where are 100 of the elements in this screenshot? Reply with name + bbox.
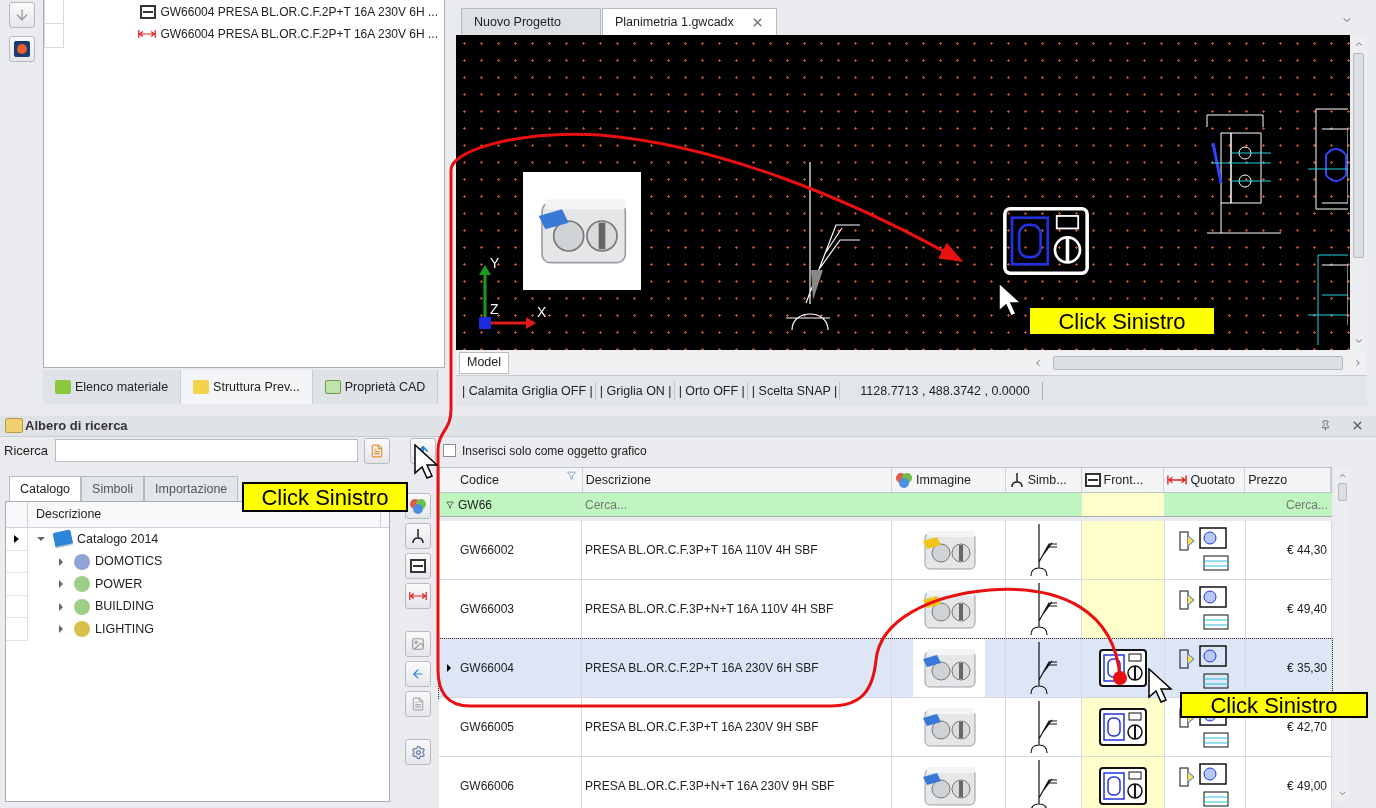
table-row[interactable]: GW66006 PRESA BL.OR.C.F.3P+N+T 16A 230V 9H SBF € 49,00 [439, 757, 1332, 808]
material-item[interactable]: GW66004 PRESA BL.OR.C.F.2P+T 16A 230V 6H ... [160, 25, 438, 43]
dimension-icon [138, 28, 157, 40]
filter-icon [446, 500, 454, 509]
scroll-down-icon[interactable] [1338, 789, 1347, 798]
expand-icon[interactable] [59, 625, 63, 634]
close-icon[interactable] [1351, 419, 1364, 433]
settings-button[interactable] [405, 739, 431, 765]
folder-search-icon [5, 418, 23, 434]
search-label: Ricerca [3, 442, 50, 460]
column-header[interactable]: Simb... [1005, 468, 1082, 492]
filter-field[interactable]: Cerca... [1246, 493, 1331, 516]
table-cell-text: PRESA BL.OR.C.F.3P+T 16A 230V 9H SBF [585, 719, 819, 736]
scroll-left-icon[interactable] [1033, 357, 1043, 368]
panel-tab[interactable]: Proprietà CAD [312, 370, 439, 404]
catalog-tab[interactable]: Catalogo [9, 476, 82, 501]
document-tab[interactable]: Planimetria 1.gwcadx [602, 8, 777, 35]
row-header-cell[interactable] [6, 550, 28, 573]
filter-field[interactable]: Cerca... [582, 493, 891, 516]
new-document-button[interactable] [364, 437, 390, 464]
status-item: | Griglia ON | [599, 381, 675, 401]
scroll-down-icon[interactable] [1353, 336, 1364, 346]
column-header[interactable]: Quotato [1164, 468, 1246, 492]
catalog-tab[interactable]: Simboli [81, 476, 145, 501]
table-row[interactable]: GW66003 PRESA BL.OR.C.F.3P+N+T 16A 110V 4H SBF € 49,40 [439, 580, 1332, 639]
panel-tab[interactable]: Elenco materiale [43, 370, 182, 404]
symbol-view-button[interactable] [405, 523, 431, 549]
image-button[interactable] [405, 631, 431, 657]
book-icon [52, 529, 74, 549]
front-view-icon [1084, 473, 1101, 487]
horizontal-scrollbar[interactable] [1033, 354, 1363, 371]
scroll-right-icon[interactable] [1353, 357, 1363, 368]
expand-icon[interactable] [59, 557, 63, 566]
row-header-cell[interactable] [6, 595, 28, 618]
panel-tab[interactable]: Struttura Prev... [181, 370, 313, 404]
column-header[interactable]: Front... [1081, 468, 1165, 492]
column-header[interactable]: Immagine [892, 468, 1006, 492]
dimension-view-button[interactable] [405, 583, 431, 609]
list-button[interactable] [405, 691, 431, 717]
material-item[interactable]: GW66004 PRESA BL.OR.C.F.2P+T 16A 230V 6H ... [160, 3, 438, 21]
import-button[interactable] [405, 661, 431, 687]
filter-row[interactable]: GW66 Cerca... Cerca... [439, 493, 1332, 517]
tree-item[interactable]: POWER [95, 574, 143, 594]
row-header-cell[interactable] [44, 0, 64, 24]
search-field[interactable] [55, 439, 358, 463]
filter-icon[interactable] [566, 471, 576, 480]
table-cell-text: € 49,00 [1286, 778, 1327, 795]
callout-label: Click Sinistro [1028, 306, 1216, 336]
scroll-up-icon[interactable] [1353, 39, 1364, 49]
tree-item[interactable]: DOMOTICS [95, 552, 163, 572]
status-item: 1128.7713 , 488.3742 , 0.0000 [860, 381, 1043, 401]
mouse-pointer-icon [1148, 668, 1174, 704]
front-view-button[interactable] [405, 553, 431, 579]
callout-label: Click Sinistro [1180, 692, 1368, 718]
pin-icon[interactable] [1320, 420, 1331, 432]
checkbox[interactable] [443, 444, 456, 458]
status-item: | Calamita Griglia OFF | [462, 381, 596, 401]
scroll-thumb[interactable] [1053, 355, 1343, 370]
scroll-thumb[interactable] [1338, 483, 1347, 501]
table-row[interactable]: GW66004 PRESA BL.OR.C.F.2P+T 16A 230V 6H SBF € 35,30 [439, 639, 1332, 698]
filter-cell[interactable] [1082, 493, 1165, 516]
status-item: | Scelta SNAP | [751, 381, 841, 401]
panel-title: Albero di ricerca [25, 417, 128, 435]
list-icon [411, 697, 425, 711]
row-header-cell[interactable] [6, 573, 28, 596]
status-item: | Orto OFF | [678, 381, 748, 401]
front-view-drawing [1099, 767, 1147, 805]
tree-item[interactable]: Catalogo 2014 [77, 529, 159, 549]
table-cell-text: GW66003 [460, 601, 515, 618]
column-header[interactable]: Codice [440, 468, 583, 492]
row-header-cell[interactable] [6, 528, 28, 551]
close-icon[interactable] [751, 15, 764, 29]
catalog-tab[interactable]: Importazione [144, 476, 239, 501]
tree-item[interactable]: LIGHTING [95, 619, 155, 639]
table-cell-text: GW66006 [460, 778, 515, 795]
app-logo-button[interactable] [8, 36, 35, 62]
column-header[interactable]: Prezzo [1245, 468, 1331, 492]
collapse-icon[interactable] [37, 537, 45, 542]
row-header-cell[interactable] [6, 618, 28, 641]
table-cell-text: PRESA BL.OR.C.F.3P+T 16A 110V 4H SBF [585, 542, 818, 559]
document-tab[interactable]: Nuovo Progetto [461, 8, 601, 35]
scroll-thumb[interactable] [1353, 53, 1364, 258]
tab-icon [193, 380, 210, 394]
table-row[interactable]: GW66002 PRESA BL.OR.C.F.3P+T 16A 110V 4H SBF € 44,30 [439, 521, 1332, 580]
document-icon [370, 443, 384, 458]
scroll-up-icon[interactable] [1338, 471, 1347, 480]
tree-item[interactable]: BUILDING [95, 597, 155, 617]
expand-icon[interactable] [59, 602, 63, 611]
table-cell-text: GW66004 [460, 660, 515, 677]
move-down-button[interactable] [8, 2, 35, 28]
layout-tab[interactable]: Model [459, 351, 510, 374]
filter-field[interactable]: GW66 [458, 493, 573, 516]
table-cell-text: PRESA BL.OR.C.F.3P+N+T 16A 110V 4H SBF [585, 601, 834, 618]
color-circles-icon [409, 498, 427, 514]
column-header[interactable]: Descrizione [582, 468, 892, 492]
row-header-cell[interactable] [44, 24, 64, 48]
tab-icon [55, 380, 71, 394]
axis-label: Y [490, 254, 500, 273]
axis-label: Z [490, 300, 499, 319]
expand-icon[interactable] [59, 580, 63, 589]
